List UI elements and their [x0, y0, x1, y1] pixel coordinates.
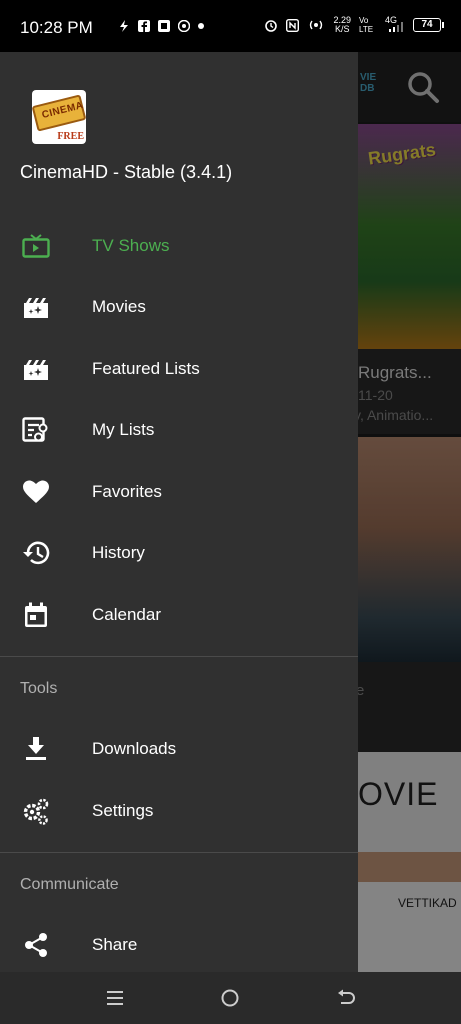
nfc-icon — [286, 18, 300, 32]
section-header-tools: Tools — [20, 680, 58, 697]
menu-button[interactable] — [102, 985, 128, 1011]
volte-indicator: Vo LTE — [359, 16, 374, 34]
nav-item-movies[interactable]: Movies — [0, 279, 358, 335]
tv-icon — [22, 232, 50, 260]
chrome-icon — [178, 20, 190, 32]
battery-indicator: 74 — [413, 18, 444, 32]
app-title: CinemaHD - Stable (3.4.1) — [20, 162, 233, 182]
divider — [0, 656, 358, 657]
divider — [0, 852, 358, 853]
list-icon — [22, 416, 50, 444]
calendar-icon — [22, 601, 50, 629]
navigation-drawer: CINEMA FREE CinemaHD - Stable (3.4.1) TV… — [0, 52, 358, 972]
back-icon — [338, 989, 355, 1004]
nav-item-downloads[interactable]: Downloads — [0, 721, 358, 777]
notification-icons — [118, 20, 204, 32]
nav-item-share[interactable]: Share — [0, 917, 358, 972]
nav-item-calendar[interactable]: Calendar — [0, 587, 358, 643]
download-icon — [22, 735, 50, 763]
system-status-icons: 2.29 K/S Vo LTE 4G 74 — [264, 15, 444, 34]
movie-clapper-icon — [22, 355, 50, 383]
system-nav-bar — [0, 972, 461, 1024]
network-speed: 2.29 K/S — [333, 15, 351, 34]
status-bar: 10:28 PM 2.29 K/S Vo LTE 4G 74 — [0, 0, 461, 52]
drawer-scrim[interactable] — [358, 52, 461, 972]
settings-icon — [22, 797, 50, 825]
dot-icon — [198, 23, 204, 29]
app-notification-icon — [158, 20, 170, 32]
nav-item-featured-lists[interactable]: Featured Lists — [0, 341, 358, 397]
nav-item-history[interactable]: History — [0, 525, 358, 581]
nav-item-my-lists[interactable]: My Lists — [0, 402, 358, 458]
home-circle-icon — [221, 989, 239, 1007]
share-icon — [22, 931, 50, 959]
heart-icon — [22, 478, 50, 506]
section-header-communicate: Communicate — [20, 876, 119, 893]
signal-icon — [389, 22, 403, 32]
history-icon — [22, 539, 50, 567]
hotspot-icon — [310, 20, 323, 30]
home-button[interactable] — [217, 985, 243, 1011]
movie-clapper-icon — [22, 293, 50, 321]
status-time: 10:28 PM — [20, 18, 93, 37]
nav-item-favorites[interactable]: Favorites — [0, 464, 358, 520]
alarm-icon — [265, 20, 278, 32]
back-button[interactable] — [333, 985, 359, 1011]
signal-indicator: 4G — [385, 15, 405, 32]
bolt-icon — [120, 20, 128, 32]
nav-item-settings[interactable]: Settings — [0, 783, 358, 839]
nav-item-tv-shows[interactable]: TV Shows — [0, 218, 358, 274]
facebook-icon — [138, 20, 150, 32]
menu-icon — [107, 991, 123, 1005]
app-logo: CINEMA FREE — [32, 90, 86, 144]
